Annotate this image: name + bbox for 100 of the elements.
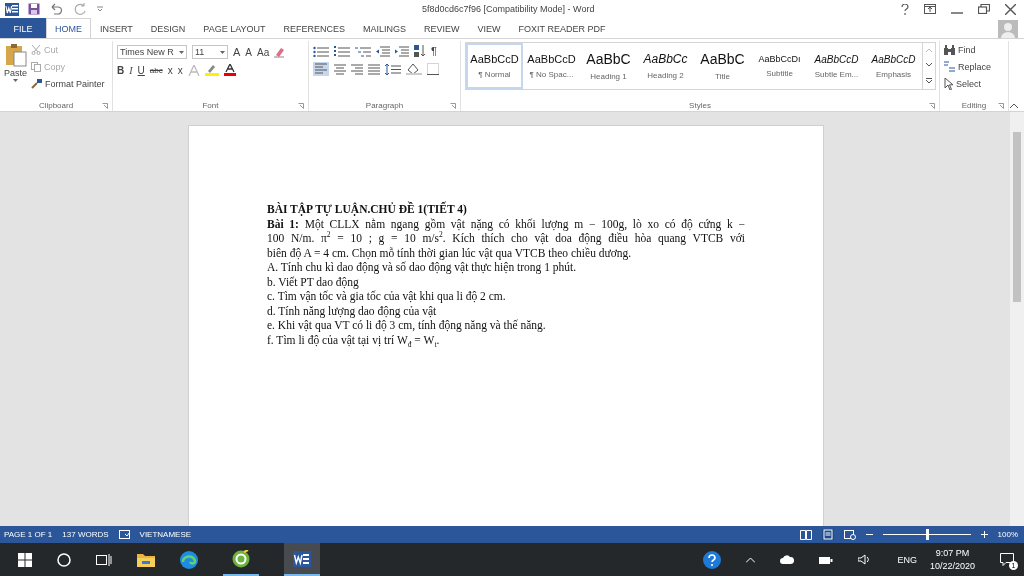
ribbon-tab[interactable]: DESIGN [141, 18, 195, 38]
help-circle-icon[interactable] [703, 550, 722, 569]
task-view-icon[interactable] [96, 552, 112, 567]
battery-icon[interactable] [819, 554, 834, 565]
find-button[interactable]: Find [944, 42, 992, 57]
group-label: Font [202, 101, 219, 110]
document-text-line: e. Khi vật qua VT có li độ 3 cm, tính động năng và thế năng. [267, 318, 547, 333]
sort-icon[interactable] [414, 45, 426, 57]
zoom-level[interactable]: 100% [997, 530, 1018, 539]
search-icon[interactable] [57, 552, 71, 567]
dialog-launcher-icon[interactable] [998, 103, 1004, 109]
word-icon[interactable] [293, 550, 311, 567]
page-count[interactable]: PAGE 1 OF 1 [4, 530, 53, 539]
undo-icon[interactable] [49, 3, 65, 15]
style-item[interactable]: AaBbCcD Emphasis [865, 43, 922, 89]
help-icon[interactable] [901, 3, 909, 15]
word-count[interactable]: 137 WORDS [62, 530, 109, 539]
ribbon-tab[interactable]: MAILINGS [354, 18, 416, 38]
line-spacing-icon[interactable] [385, 63, 401, 75]
paste-button[interactable]: Paste [4, 41, 27, 82]
paintbrush-icon [31, 78, 42, 89]
copy-icon [31, 61, 41, 72]
windows-start-icon[interactable] [18, 552, 32, 567]
group-label: Clipboard [38, 101, 74, 110]
subscript-button[interactable]: x [167, 64, 173, 76]
read-mode-icon[interactable] [799, 529, 812, 540]
style-item[interactable]: AaBbCcDı Subtitle [751, 43, 808, 89]
style-item[interactable]: AaBbC Title [694, 43, 751, 89]
caret-icon [179, 50, 184, 54]
file-tab[interactable]: FILE [0, 18, 46, 38]
close-icon[interactable] [1005, 3, 1016, 15]
increase-indent-icon[interactable] [395, 45, 409, 57]
dialog-launcher-icon[interactable] [298, 103, 304, 109]
save-icon[interactable] [28, 3, 40, 15]
vertical-scrollbar[interactable] [1010, 112, 1024, 526]
eraser-icon[interactable] [274, 46, 286, 58]
replace-icon [944, 61, 955, 72]
clock-date[interactable]: 10/22/2020 [929, 561, 975, 571]
ribbon-tab[interactable]: INSERT [91, 18, 142, 38]
chevron-up-icon[interactable] [746, 556, 756, 563]
input-language[interactable]: ENG [897, 554, 917, 565]
ribbon-tab[interactable]: REFERENCES [274, 18, 355, 38]
ribbon-display-icon[interactable] [924, 4, 936, 14]
style-item[interactable]: AaBbCc Heading 2 [637, 43, 694, 89]
format-painter-button[interactable]: Format Painter [31, 76, 105, 91]
scroll-down-icon[interactable] [926, 63, 932, 67]
zoom-out-icon[interactable] [865, 531, 873, 538]
show-formatting-button[interactable]: ¶ [431, 45, 437, 57]
superscript-button[interactable]: x [177, 64, 183, 76]
dialog-launcher-icon[interactable] [929, 103, 935, 109]
document-heading: BÀI TẬP TỰ LUẬN.CHỦ ĐỀ 1(TIẾT 4) [267, 202, 468, 217]
ribbon-tab[interactable]: PAGE LAYOUT [194, 18, 275, 38]
document-text-line: 100 N/m. π$^{2}$ = 10 ; g = 10 m/s$^{2}$. Kích thích cho vật doa động điều hòa quang VTCB với [267, 231, 745, 246]
bullets-icon[interactable] [313, 45, 329, 57]
clock-time[interactable]: 9:07 PM [935, 548, 970, 558]
strikethrough-button[interactable]: abc [149, 65, 163, 75]
proofing-icon[interactable] [118, 530, 130, 539]
group-label: Editing [961, 101, 987, 110]
replace-button[interactable]: Replace [944, 59, 992, 74]
select-button[interactable]: Select [944, 76, 992, 91]
collapse-ribbon-icon[interactable] [1010, 103, 1018, 108]
ribbon-tab[interactable]: VIEW [468, 18, 510, 38]
document-text-line: A. Tính chu kì dao động và số dao động vật thực hiện trong 1 phút. [267, 260, 578, 275]
more-icon[interactable] [926, 77, 932, 84]
font-name-field[interactable]: Times New R [117, 45, 187, 59]
font-color-icon[interactable] [223, 64, 236, 76]
underline-button[interactable]: U [137, 64, 145, 76]
browser-icon[interactable] [180, 550, 198, 569]
folder-icon[interactable] [137, 552, 155, 567]
ribbon-tab[interactable]: FOXIT READER PDF [509, 18, 615, 38]
numbering-icon[interactable] [334, 45, 350, 57]
borders-icon[interactable] [427, 63, 439, 75]
style-item[interactable]: AaBbC Heading 1 [580, 43, 637, 89]
zoom-in-icon[interactable] [980, 531, 988, 538]
dialog-launcher-icon[interactable] [102, 103, 108, 109]
restore-icon[interactable] [978, 4, 990, 14]
multilevel-list-icon[interactable] [355, 45, 371, 57]
change-case-button[interactable]: Aa [257, 46, 270, 58]
dialog-launcher-icon[interactable] [450, 103, 456, 109]
font-size-field[interactable]: 11 [192, 45, 228, 59]
bold-button[interactable]: B [117, 64, 125, 76]
style-item[interactable]: AaBbCcD Subtle Em... [808, 43, 865, 89]
cloud-icon[interactable] [780, 555, 795, 564]
grow-font-button[interactable]: A [233, 46, 241, 58]
italic-button[interactable]: I [129, 64, 133, 76]
shrink-font-button[interactable]: A [245, 46, 252, 58]
style-item[interactable]: AaBbCcD ¶ Normal [466, 43, 523, 89]
ribbon-tab[interactable]: REVIEW [415, 18, 469, 38]
web-layout-icon[interactable] [843, 529, 856, 540]
ribbon-tab[interactable]: HOME [46, 18, 91, 38]
print-layout-icon[interactable] [821, 529, 834, 540]
word-icon[interactable] [5, 2, 19, 16]
ring-app-icon[interactable] [232, 549, 250, 568]
language-indicator[interactable]: VIETNAMESE [139, 530, 192, 539]
caret-icon [220, 50, 225, 54]
decrease-indent-icon[interactable] [376, 45, 390, 57]
style-item[interactable]: AaBbCcD ¶ No Spac... [523, 43, 580, 89]
group-label: Styles [689, 101, 711, 110]
customize-caret-icon[interactable] [97, 6, 103, 12]
shading-icon[interactable] [406, 63, 422, 75]
